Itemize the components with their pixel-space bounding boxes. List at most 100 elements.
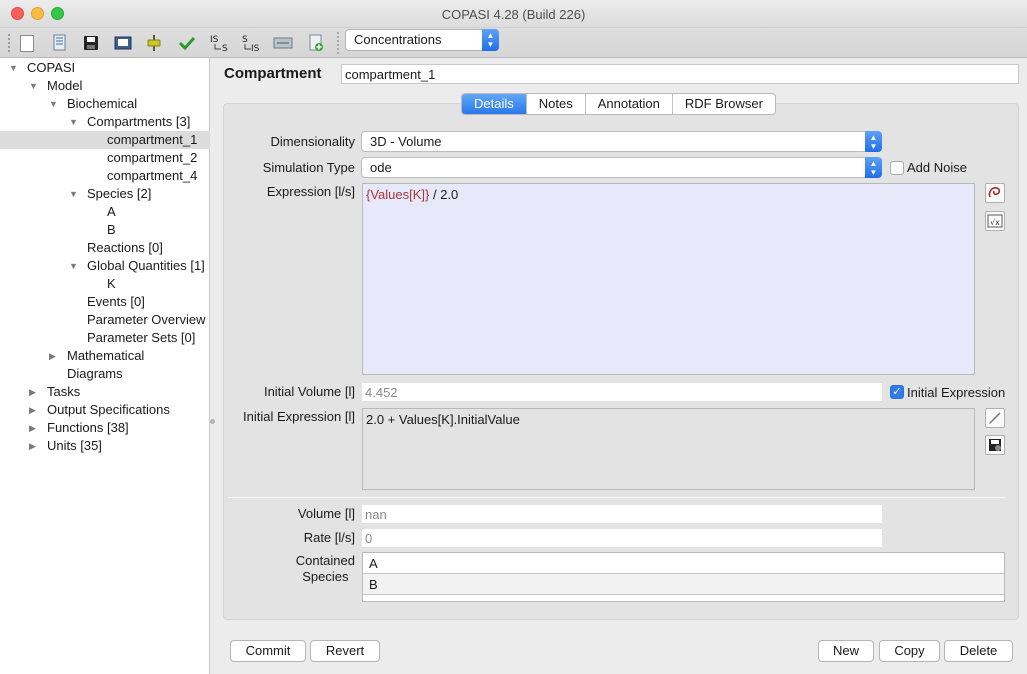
initial-expression-label: Initial Expression [l] (243, 409, 355, 424)
tree-item-species-a[interactable]: A (0, 203, 210, 221)
section-divider (228, 497, 1006, 498)
copy-button[interactable]: Copy (879, 640, 940, 662)
export-icon[interactable] (272, 32, 294, 54)
tab-annotation[interactable]: Annotation (586, 94, 673, 114)
svg-text:IS: IS (251, 44, 260, 52)
save-as-image-icon[interactable] (112, 32, 134, 54)
object-browser-icon[interactable] (985, 183, 1005, 203)
tab-rdf-browser[interactable]: RDF Browser (673, 94, 775, 114)
tree-item-label: Compartments [3] (87, 114, 191, 129)
toolbar-grip[interactable] (8, 34, 10, 52)
tree-item-compartment-4[interactable]: compartment_4 (0, 167, 210, 185)
is-to-s-icon[interactable]: IS S (208, 32, 230, 54)
slider-icon[interactable] (143, 32, 165, 54)
svg-text:S: S (242, 35, 248, 45)
compartment-name-input[interactable]: compartment_1 (341, 64, 1019, 84)
svg-text:S: S (222, 44, 228, 52)
page-title: Compartment (224, 65, 322, 82)
new-icon[interactable] (16, 32, 38, 54)
tree-item-compartments[interactable]: ▼ Compartments [3] (0, 113, 210, 131)
tree-item-label: Output Specifications (47, 402, 170, 417)
tree-item-model[interactable]: ▼ Model (0, 77, 210, 95)
volume-label: Volume [l] (297, 506, 355, 521)
volume-input[interactable]: nan (361, 504, 883, 524)
tree-item-label: COPASI (27, 60, 76, 75)
tree-item-diagrams[interactable]: Diagrams (0, 365, 210, 383)
tree-item-functions[interactable]: ▶ Functions [38] (0, 419, 210, 437)
expression-reference: {Values[K]} (366, 187, 430, 202)
simulation-type-select[interactable]: ode ▲ ▼ (361, 157, 882, 178)
save-icon[interactable] (80, 32, 102, 54)
expand-arrow-icon[interactable]: ▼ (69, 257, 78, 275)
window-title: COPASI 4.28 (Build 226) (441, 7, 586, 22)
rate-label: Rate [l/s] (303, 530, 355, 545)
contained-species-label-line2: Species (302, 569, 349, 584)
tree-item-mathematical[interactable]: ▶ Mathematical (0, 347, 210, 365)
quantity-type-select[interactable]: Concentrations ▲ ▼ (345, 29, 499, 51)
list-item[interactable]: A (363, 553, 1004, 574)
new-button[interactable]: New (818, 640, 874, 662)
add-icon[interactable] (305, 32, 327, 54)
tree-item-output-specifications[interactable]: ▶ Output Specifications (0, 401, 210, 419)
s-to-is-icon[interactable]: S IS (240, 32, 262, 54)
expand-arrow-icon[interactable]: ▼ (69, 113, 78, 131)
collapse-arrow-icon[interactable]: ▶ (29, 419, 36, 437)
tree-item-compartment-1[interactable]: compartment_1 (0, 131, 210, 149)
check-icon[interactable] (176, 32, 198, 54)
tree-item-k[interactable]: K (0, 275, 210, 293)
initial-expression-editor[interactable]: 2.0 + Values[K].InitialValue (362, 408, 975, 490)
tree-item-species-b[interactable]: B (0, 221, 210, 239)
save-expression-icon[interactable] (985, 435, 1005, 455)
simulation-type-value: ode (370, 160, 392, 175)
tree-item-parameter-sets[interactable]: Parameter Sets [0] (0, 329, 210, 347)
tree-item-copasi[interactable]: ▼ COPASI (0, 59, 210, 77)
tree-item-parameter-overview[interactable]: Parameter Overview (0, 311, 210, 329)
expand-arrow-icon[interactable]: ▼ (69, 185, 78, 203)
initial-expression-checkbox[interactable]: ✓ (890, 385, 904, 399)
edit-icon[interactable] (985, 408, 1005, 428)
tab-notes[interactable]: Notes (527, 94, 586, 114)
collapse-arrow-icon[interactable]: ▶ (29, 437, 36, 455)
commit-button[interactable]: Commit (230, 640, 306, 662)
tree-item-label: Mathematical (67, 348, 145, 363)
tree-item-biochemical[interactable]: ▼ Biochemical (0, 95, 210, 113)
rate-input[interactable]: 0 (361, 528, 883, 548)
tree-item-label: compartment_4 (107, 168, 198, 183)
tree-item-units[interactable]: ▶ Units [35] (0, 437, 210, 455)
tree-item-global-quantities[interactable]: ▼ Global Quantities [1] (0, 257, 210, 275)
tree-item-label: compartment_2 (107, 150, 198, 165)
delete-button[interactable]: Delete (944, 640, 1013, 662)
tab-details[interactable]: Details (462, 94, 527, 114)
list-item[interactable]: B (363, 574, 1004, 595)
revert-button[interactable]: Revert (310, 640, 380, 662)
tree-item-events[interactable]: Events [0] (0, 293, 210, 311)
open-icon[interactable] (49, 32, 71, 54)
tree-item-label: Biochemical (67, 96, 138, 111)
initial-expression-checkbox-label: Initial Expression (907, 385, 1006, 400)
collapse-arrow-icon[interactable]: ▶ (29, 383, 36, 401)
tree-item-label: Events [0] (87, 294, 145, 309)
tree-item-label: Reactions [0] (87, 240, 163, 255)
chevron-updown-icon: ▲ ▼ (482, 29, 499, 51)
toolbar: IS S S IS Concentrations ▲ ▼ (0, 28, 1027, 58)
tree-item-label: Functions [38] (47, 420, 129, 435)
svg-text:√x: √x (990, 218, 1000, 227)
add-noise-checkbox[interactable] (890, 161, 904, 175)
initial-volume-input[interactable]: 4.452 (361, 382, 883, 402)
tree-item-label: Parameter Overview (87, 312, 206, 327)
tree-item-tasks[interactable]: ▶ Tasks (0, 383, 210, 401)
formula-view-icon[interactable]: √x (985, 211, 1005, 231)
collapse-arrow-icon[interactable]: ▶ (49, 347, 56, 365)
tree-item-label: Global Quantities [1] (87, 258, 205, 273)
collapse-arrow-icon[interactable]: ▶ (29, 401, 36, 419)
expression-editor[interactable]: {Values[K]} / 2.0 (362, 183, 975, 375)
expand-arrow-icon[interactable]: ▼ (9, 59, 18, 77)
expand-arrow-icon[interactable]: ▼ (29, 77, 38, 95)
expand-arrow-icon[interactable]: ▼ (49, 95, 58, 113)
tree-item-label: Model (47, 78, 83, 93)
tree-item-species[interactable]: ▼ Species [2] (0, 185, 210, 203)
tree-item-compartment-2[interactable]: compartment_2 (0, 149, 210, 167)
tree-item-reactions[interactable]: Reactions [0] (0, 239, 210, 257)
dimensionality-select[interactable]: 3D - Volume ▲ ▼ (361, 131, 882, 152)
dimensionality-label: Dimensionality (270, 134, 355, 149)
